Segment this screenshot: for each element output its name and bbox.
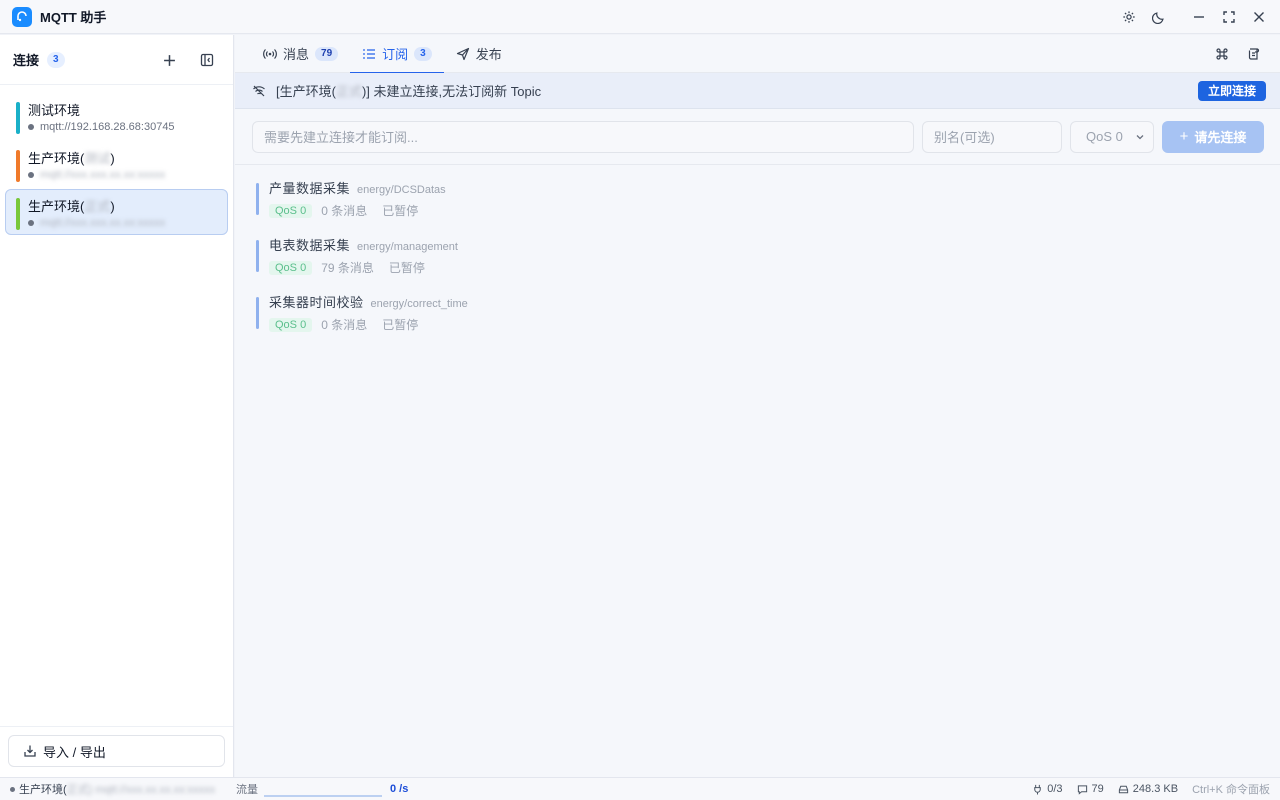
status-bar: 生产环境(正式) mqtt://xxx.xx.xx.xx:xxxxx 流量 0 … (0, 777, 1280, 800)
tab-publish[interactable]: 发布 (444, 35, 514, 73)
subscription-name: 电表数据采集 (269, 238, 351, 253)
traffic-rate: 0 /s (390, 783, 409, 795)
plus-icon (163, 54, 175, 66)
messages-count-badge: 79 (315, 46, 339, 61)
sidebar-header: 连接 3 (0, 35, 233, 85)
script-icon[interactable] (1240, 41, 1268, 67)
send-icon (456, 47, 469, 60)
maximize-icon[interactable] (1214, 2, 1244, 32)
subscription-topic: energy/correct_time (370, 298, 468, 310)
subscription-item[interactable]: 电表数据采集 energy/management QoS 0 79 条消息 已暂… (256, 236, 1280, 293)
connection-url: mqtt://xxx.xxx.xx.xx:xxxxx (28, 216, 219, 230)
message-count: 0 条消息 (321, 204, 368, 218)
status-dot (28, 172, 34, 178)
subscription-stat: 0/3 (1032, 783, 1063, 795)
subscription-name: 采集器时间校验 (269, 295, 364, 310)
subscription-item[interactable]: 产量数据采集 energy/DCSDatas QoS 0 0 条消息 已暂停 (256, 179, 1280, 236)
message-count: 0 条消息 (321, 318, 368, 332)
subscription-status: 已暂停 (382, 204, 419, 218)
main-panel: 消息 79 订阅 3 发布 [生产环境(正式)] 未建立连接,无法订阅新 Top… (235, 35, 1280, 777)
minimize-icon[interactable] (1184, 2, 1214, 32)
add-connection-button[interactable] (155, 47, 183, 73)
connection-color-bar (16, 102, 20, 134)
subscription-name: 产量数据采集 (269, 181, 351, 196)
qos-select[interactable]: QoS 0 (1070, 120, 1154, 153)
connection-color-bar (16, 198, 20, 230)
subscription-status: 已暂停 (382, 318, 419, 332)
qos-select-value: QoS 0 (1086, 129, 1123, 144)
status-dot (28, 124, 34, 130)
qos-tag: QoS 0 (269, 203, 313, 218)
disconnected-warning-bar: [生产环境(正式)] 未建立连接,无法订阅新 Topic 立即连接 (235, 73, 1280, 109)
connection-name: 生产环境(测试) (28, 151, 115, 166)
subscribe-button[interactable]: + 请先连接 (1162, 120, 1264, 153)
traffic-sparkline (264, 795, 382, 797)
tab-subscriptions[interactable]: 订阅 3 (350, 35, 444, 74)
connection-name: 测试环境 (28, 103, 81, 118)
subscription-topic: energy/management (357, 241, 458, 253)
plus-icon: + (1179, 128, 1189, 145)
message-count: 79 条消息 (321, 261, 374, 275)
tab-label: 消息 (283, 47, 310, 62)
connection-item[interactable]: 生产环境(测试) mqtt://xxx.xxx.xx.xx:xxxxx (5, 141, 228, 187)
command-palette-hint: Ctrl+K 命令面板 (1192, 784, 1270, 796)
import-export-label: 导入 / 导出 (43, 744, 106, 760)
command-icon[interactable] (1208, 41, 1236, 67)
status-dot (10, 786, 15, 792)
qos-tag: QoS 0 (269, 317, 313, 332)
storage-icon (1118, 785, 1128, 793)
status-connection: 生产环境(正式) mqtt://xxx.xx.xx.xx:xxxxx (0, 781, 236, 797)
subscription-list: 产量数据采集 energy/DCSDatas QoS 0 0 条消息 已暂停 电… (235, 165, 1280, 350)
connection-count-badge: 3 (47, 51, 65, 68)
wifi-off-icon (253, 85, 265, 96)
tab-bar: 消息 79 订阅 3 发布 (235, 35, 1280, 74)
close-icon[interactable] (1244, 2, 1274, 32)
subscribe-form: 需要先建立连接才能订阅... 别名(可选) QoS 0 + 请先连接 (235, 109, 1280, 165)
qos-tag: QoS 0 (269, 260, 313, 275)
alias-input[interactable]: 别名(可选) (922, 120, 1062, 153)
connection-color-bar (16, 150, 20, 182)
sidebar-footer: 导入 / 导出 (0, 726, 233, 777)
subscriptions-count-badge: 3 (414, 46, 432, 61)
message-stat: 79 (1077, 783, 1104, 795)
subscription-topic: energy/DCSDatas (357, 184, 446, 196)
title-bar: MQTT 助手 (0, 0, 1280, 34)
tab-label: 订阅 (382, 47, 409, 62)
sidebar-title: 连接 (13, 53, 40, 68)
subscription-status: 已暂停 (388, 261, 425, 275)
import-export-button[interactable]: 导入 / 导出 (8, 735, 225, 767)
subscription-accent-bar (256, 240, 259, 272)
subscription-item[interactable]: 采集器时间校验 energy/correct_time QoS 0 0 条消息 … (256, 293, 1280, 350)
settings-gear-icon[interactable] (1114, 2, 1144, 32)
plug-icon (1034, 784, 1042, 795)
theme-moon-icon[interactable] (1144, 2, 1174, 32)
subscription-accent-bar (256, 183, 259, 215)
app-title: MQTT 助手 (40, 10, 107, 25)
sidebar-collapse-icon (200, 53, 214, 67)
broadcast-icon (263, 48, 277, 59)
connection-name: 生产环境(正式) (28, 199, 115, 214)
warning-text: [生产环境(正式)] 未建立连接,无法订阅新 Topic (276, 84, 542, 99)
collapse-sidebar-button[interactable] (193, 47, 221, 73)
message-icon (1077, 784, 1087, 795)
connection-url: mqtt://xxx.xxx.xx.xx:xxxxx (28, 168, 219, 182)
traffic-label: 流量 (236, 784, 258, 796)
import-icon (24, 745, 36, 757)
status-dot (28, 220, 34, 226)
chevron-down-icon (1136, 134, 1144, 139)
storage-stat: 248.3 KB (1118, 783, 1178, 795)
connection-url: mqtt://192.168.28.68:30745 (28, 120, 219, 134)
connection-item[interactable]: 测试环境 mqtt://192.168.28.68:30745 (5, 93, 228, 139)
app-logo-icon (12, 6, 32, 27)
connection-list: 测试环境 mqtt://192.168.28.68:30745 生产环境(测试)… (0, 85, 233, 245)
connect-now-button[interactable]: 立即连接 (1197, 81, 1266, 101)
topic-input[interactable]: 需要先建立连接才能订阅... (252, 120, 914, 153)
list-icon (363, 48, 376, 59)
tab-messages[interactable]: 消息 79 (251, 35, 350, 73)
tab-label: 发布 (475, 47, 502, 62)
subscription-accent-bar (256, 297, 259, 329)
connection-item-active[interactable]: 生产环境(正式) mqtt://xxx.xxx.xx.xx:xxxxx (5, 189, 228, 235)
connection-sidebar: 连接 3 测试环境 mqtt://192.168.28.68:30745 生产环… (0, 35, 234, 777)
